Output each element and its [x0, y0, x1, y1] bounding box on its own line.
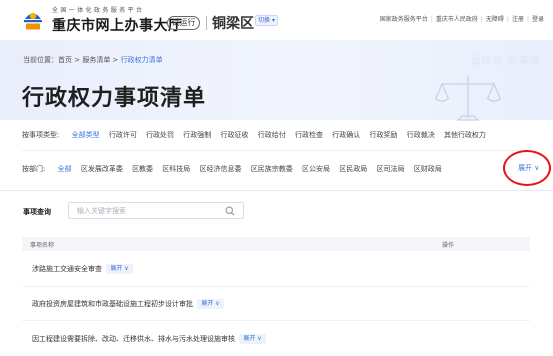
unfold-button[interactable]: 展开 ∨ — [106, 264, 133, 274]
unfold-label: 展开 — [110, 265, 123, 272]
highlight-circle-annotation — [503, 150, 551, 186]
breadcrumb-prefix: 当前位置： — [23, 56, 58, 64]
chevron-down-icon: ∨ — [257, 335, 262, 342]
filter-divider — [22, 150, 530, 151]
item-name: 政府投资房屋建筑和市政基础设施工程初步设计审批 展开 ∨ — [32, 299, 224, 309]
scales-of-justice-icon — [434, 76, 502, 121]
breadcrumb-separator: > — [72, 56, 83, 64]
search-label: 事项查询 — [23, 208, 51, 216]
dept-option[interactable]: 区发展改革委 — [81, 165, 123, 173]
chevron-down-icon: ∨ — [124, 265, 129, 272]
filter-type-label: 按事项类型: — [22, 131, 60, 139]
item-name-text[interactable]: 因工程建设需要拆除、改动、迁移供水、排水与污水处理设施审核 — [32, 335, 235, 343]
dept-option[interactable]: 区司法局 — [376, 165, 404, 173]
top-links: 国家政务服务平台 | 重庆市人民政府 | 无障碍 | 注册 | 登录 — [379, 16, 544, 23]
type-option[interactable]: 行政给付 — [258, 131, 286, 139]
emblem-logo-icon[interactable] — [22, 4, 44, 32]
district-name: 铜梁区 — [212, 16, 254, 32]
search-input[interactable] — [77, 206, 217, 216]
chevron-down-icon: ∨ — [215, 300, 220, 307]
type-option[interactable]: 行政检查 — [295, 131, 323, 139]
item-name: 涉路施工交通安全审查 展开 ∨ — [32, 264, 133, 274]
table-header: 事项名称 操作 — [22, 237, 530, 251]
switch-district-button[interactable]: 切换 ▾ — [255, 15, 278, 26]
header-divider — [206, 16, 207, 30]
breadcrumb-home[interactable]: 首页 — [58, 56, 72, 64]
row-divider — [22, 320, 530, 321]
table-row: 因工程建设需要拆除、改动、迁移供水、排水与污水处理设施审核 展开 ∨ — [22, 331, 530, 345]
type-option[interactable]: 全部类型 — [72, 131, 100, 139]
dept-option[interactable]: 区民政局 — [339, 165, 367, 173]
breadcrumb-service-list[interactable]: 服务清单 — [82, 56, 110, 64]
unfold-button[interactable]: 展开 ∨ — [197, 299, 224, 309]
filter-dept-label: 按部门: — [22, 165, 46, 173]
column-header-operation: 操作 — [442, 242, 455, 249]
dept-option[interactable]: 区教委 — [132, 165, 153, 173]
switch-label: 切换 — [258, 17, 271, 24]
link-login[interactable]: 登录 — [532, 16, 544, 23]
breadcrumb-current: 行政权力清单 — [120, 56, 163, 64]
type-option[interactable]: 其他行政权力 — [444, 131, 486, 139]
section-divider — [0, 190, 553, 191]
filter-by-type: 按事项类型: 全部类型 行政许可 行政处罚 行政强制 行政征收 行政给付 行政检… — [22, 130, 493, 140]
item-name-text[interactable]: 涉路施工交通安全审查 — [32, 265, 102, 273]
type-option[interactable]: 行政许可 — [109, 131, 137, 139]
link-register[interactable]: 注册 — [512, 16, 524, 23]
type-option[interactable]: 行政处罚 — [146, 131, 174, 139]
table-row: 政府投资房屋建筑和市政基础设施工程初步设计审批 展开 ∨ — [22, 296, 530, 310]
dept-option[interactable]: 区经济信息委 — [200, 165, 242, 173]
dept-option[interactable]: 区科技局 — [162, 165, 190, 173]
type-option[interactable]: 行政裁决 — [407, 131, 435, 139]
type-option[interactable]: 行政征收 — [221, 131, 249, 139]
dept-option[interactable]: 全部 — [58, 165, 72, 173]
site-header: 全国一体化政务服务平台 重庆市网上办事大厅 试运行 铜梁区 切换 ▾ 国家政务服… — [0, 0, 553, 40]
breadcrumb-separator: > — [110, 56, 121, 64]
page-title: 行政权力事项清单 — [22, 86, 207, 111]
dept-option[interactable]: 区财政局 — [414, 165, 442, 173]
dept-option[interactable]: 区民族宗教委 — [251, 165, 293, 173]
banner-motto: 最快办 办事快 — [470, 56, 541, 67]
type-option[interactable]: 行政强制 — [183, 131, 211, 139]
trial-badge: 试运行 — [167, 16, 200, 30]
item-name: 因工程建设需要拆除、改动、迁移供水、排水与污水处理设施审核 展开 ∨ — [32, 334, 266, 344]
row-divider — [22, 286, 530, 287]
unfold-button[interactable]: 展开 ∨ — [239, 334, 266, 344]
unfold-label: 展开 — [201, 300, 214, 307]
link-national-platform[interactable]: 国家政务服务平台 — [380, 16, 428, 23]
site-title[interactable]: 重庆市网上办事大厅 — [52, 15, 183, 35]
dept-option[interactable]: 区公安局 — [302, 165, 330, 173]
table-row: 涉路施工交通安全审查 展开 ∨ — [22, 261, 530, 275]
item-name-text[interactable]: 政府投资房屋建筑和市政基础设施工程初步设计审批 — [32, 300, 193, 308]
logo-subtitle: 全国一体化政务服务平台 — [52, 7, 145, 14]
unfold-label: 展开 — [243, 335, 256, 342]
search-icon[interactable] — [225, 206, 235, 216]
filter-by-department: 按部门: 全部 区发展改革委 区教委 区科技局 区经济信息委 区民族宗教委 区公… — [22, 164, 449, 174]
link-city-government[interactable]: 重庆市人民政府 — [436, 16, 478, 23]
column-header-name: 事项名称 — [30, 242, 55, 249]
type-option[interactable]: 行政奖励 — [369, 131, 397, 139]
search-box — [68, 202, 244, 219]
breadcrumb: 当前位置：首页 > 服务清单 > 行政权力清单 — [23, 55, 163, 65]
link-accessibility[interactable]: 无障碍 — [486, 16, 504, 23]
type-option[interactable]: 行政确认 — [332, 131, 360, 139]
